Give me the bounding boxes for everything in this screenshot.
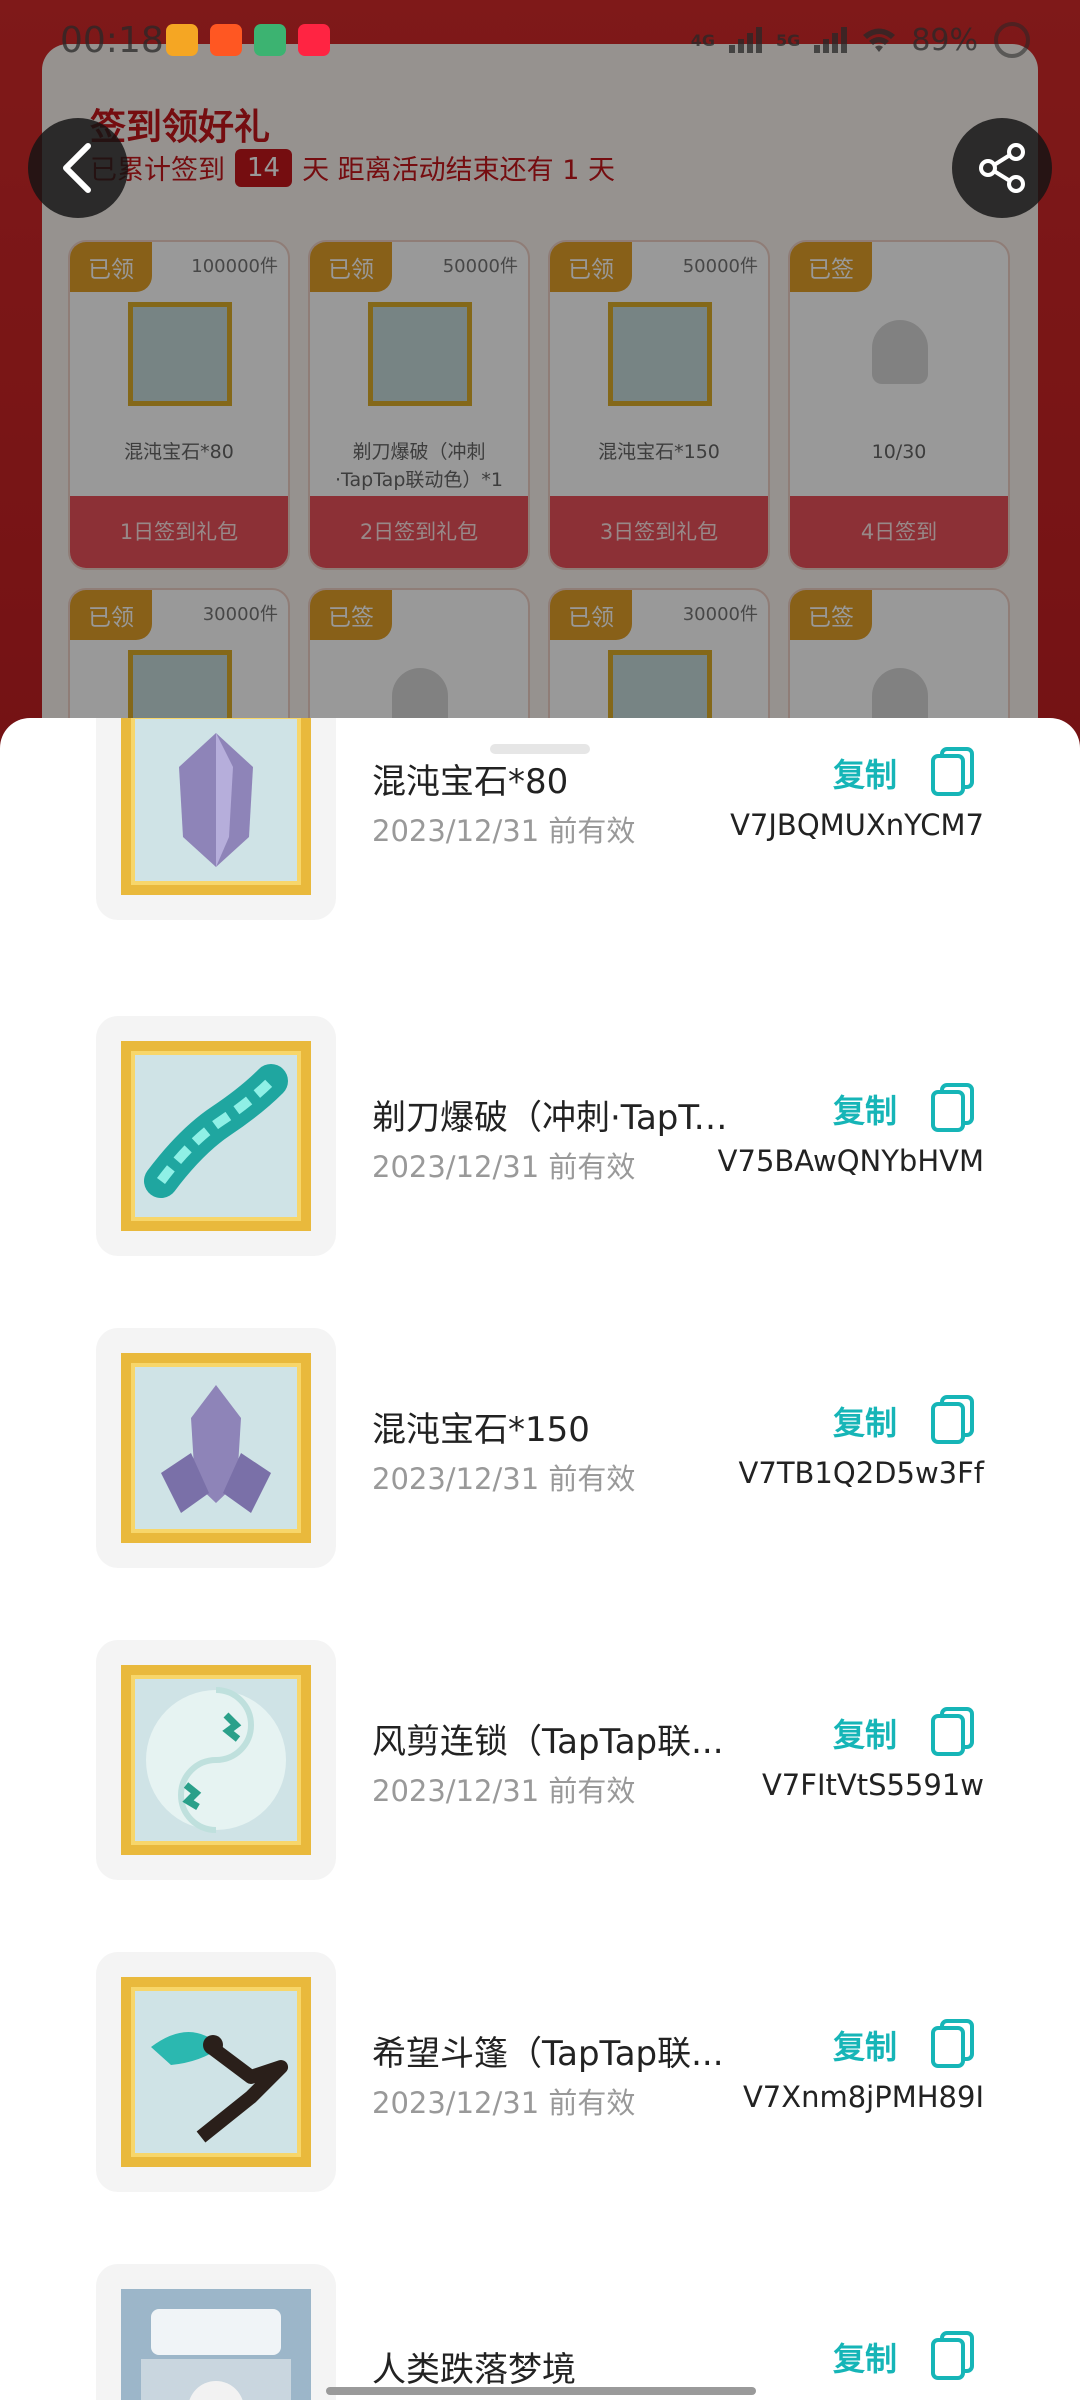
redeem-code: V7JBQMUXnYCM7 (730, 808, 984, 842)
reward-item: 混沌宝石*150 2023/12/31 前有效 复制 V7TB1Q2D5w3Ff (0, 1328, 1080, 1568)
checkin-page-background: 签到领好礼 已累计签到 14 天 距离活动结束还有 1 天 已领 100000件… (0, 0, 1080, 760)
reward-expiry: 2023/12/31 前有效 (372, 1462, 636, 1496)
share-icon (979, 143, 1025, 193)
taobao-icon (210, 24, 242, 56)
reward-codes-sheet: 混沌宝石*80 2023/12/31 前有效 复制 V7JBQMUXnYCM7 … (0, 718, 1080, 2400)
reward-name: 希望斗篷（TapTap联... (372, 2034, 724, 2074)
reward-thumbnail (96, 1640, 336, 1880)
battery-level: 89% (911, 22, 978, 58)
copy-button[interactable]: 复制 (833, 1398, 897, 1444)
copy-icon[interactable] (930, 2330, 976, 2380)
reward-name: 风剪连锁（TapTap联... (372, 1722, 724, 1762)
razor-blast-icon (121, 1041, 311, 1231)
reward-item: 混沌宝石*80 2023/12/31 前有效 复制 V7JBQMUXnYCM7 (0, 718, 1080, 920)
copy-button[interactable]: 复制 (833, 750, 897, 796)
redeem-code: V75BAwQNYbHVM (717, 1144, 984, 1178)
reward-expiry: 2023/12/31 前有效 (372, 2086, 636, 2120)
notification-icons (166, 24, 330, 56)
redeem-code: V7TB1Q2D5w3Ff (738, 1456, 984, 1490)
reward-name: 混沌宝石*150 (372, 1410, 590, 1450)
chaos-gem-pile-icon (121, 1353, 311, 1543)
reward-name: 混沌宝石*80 (372, 762, 569, 802)
wind-chain-icon (121, 1665, 311, 1855)
chevron-left-icon (63, 143, 91, 193)
reward-expiry: 2023/12/31 前有效 (372, 1774, 636, 1808)
reward-thumbnail (96, 1016, 336, 1256)
reward-item: 剃刀爆破（冲刺·TapTa... 2023/12/31 前有效 复制 V75BA… (0, 1016, 1080, 1256)
weibo-icon (166, 24, 198, 56)
human-fall-flat-icon (121, 2289, 311, 2400)
redeem-code: V7Xnm8jPMH89I (742, 2080, 984, 2114)
network-4g-label: 4G (690, 30, 716, 50)
copy-icon[interactable] (930, 2018, 976, 2068)
reward-expiry: 2023/12/31 前有效 (372, 814, 636, 848)
gesture-bar[interactable] (326, 2387, 756, 2395)
reward-item: 人类跌落梦境 复制 (0, 2264, 1080, 2400)
status-time: 00:18 (60, 20, 164, 61)
status-bar: 00:18 4G 5G 89% (0, 0, 1080, 84)
signal-icon (814, 27, 848, 53)
reward-name: 剃刀爆破（冲刺·TapTa... (372, 1098, 732, 1138)
copy-button[interactable]: 复制 (833, 2334, 897, 2380)
copy-icon[interactable] (930, 1706, 976, 1756)
modal-overlay[interactable] (0, 0, 1080, 760)
signal-icon (729, 27, 763, 53)
network-5g-label: 5G (776, 30, 801, 50)
chaos-gem-icon (121, 718, 311, 895)
copy-button[interactable]: 复制 (833, 1086, 897, 1132)
copy-icon[interactable] (930, 1394, 976, 1444)
loading-icon (994, 22, 1030, 58)
reward-item: 希望斗篷（TapTap联... 2023/12/31 前有效 复制 V7Xnm8… (0, 1952, 1080, 2192)
reward-thumbnail (96, 1328, 336, 1568)
reward-thumbnail (96, 1952, 336, 2192)
copy-button[interactable]: 复制 (833, 1710, 897, 1756)
copy-button[interactable]: 复制 (833, 2022, 897, 2068)
redeem-code: V7FItVtS5591w (761, 1768, 984, 1802)
reward-thumbnail (96, 718, 336, 920)
reward-thumbnail (96, 2264, 336, 2400)
hope-cloak-icon (121, 1977, 311, 2167)
status-right: 4G 5G 89% (691, 20, 1032, 60)
xiaohongshu-icon (298, 24, 330, 56)
reward-list[interactable]: 混沌宝石*80 2023/12/31 前有效 复制 V7JBQMUXnYCM7 … (0, 718, 1080, 2400)
copy-icon[interactable] (930, 746, 976, 796)
reward-name: 人类跌落梦境 (372, 2350, 576, 2390)
wifi-icon (863, 28, 896, 52)
video-app-icon (254, 24, 286, 56)
reward-expiry: 2023/12/31 前有效 (372, 1150, 636, 1184)
copy-icon[interactable] (930, 1082, 976, 1132)
share-button[interactable] (952, 118, 1052, 218)
back-button[interactable] (28, 118, 128, 218)
reward-item: 风剪连锁（TapTap联... 2023/12/31 前有效 复制 V7FItV… (0, 1640, 1080, 1880)
